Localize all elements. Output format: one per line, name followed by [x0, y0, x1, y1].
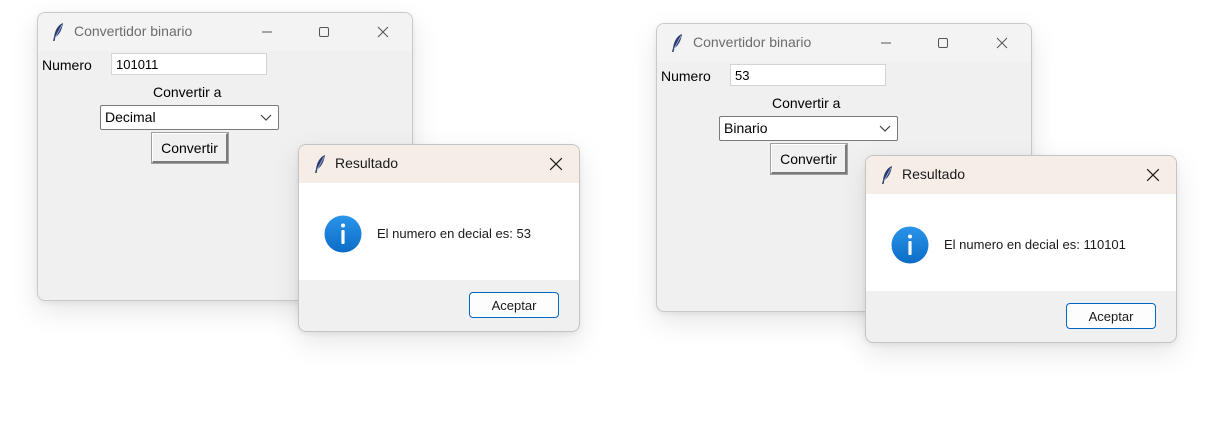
maximize-icon: [319, 27, 329, 37]
convertir-a-label: Convertir a: [772, 95, 841, 111]
close-button[interactable]: [979, 24, 1025, 62]
conversion-select[interactable]: Binario: [719, 116, 898, 141]
minimize-icon: [881, 42, 891, 44]
chevron-down-icon: [260, 114, 272, 121]
close-button[interactable]: [360, 13, 406, 51]
dialog-title: Resultado: [902, 166, 966, 182]
window-title: Convertidor binario: [74, 23, 193, 39]
feather-icon: [53, 23, 63, 41]
info-icon: [891, 226, 929, 264]
feather-icon: [672, 34, 682, 52]
minimize-button[interactable]: [244, 13, 290, 51]
conversion-select-value: Binario: [724, 120, 768, 136]
feather-icon: [882, 166, 892, 184]
maximize-icon: [938, 38, 948, 48]
conversion-select-value: Decimal: [105, 109, 156, 125]
title-bar[interactable]: Convertidor binario: [657, 24, 1031, 62]
minimize-icon: [262, 31, 272, 33]
close-icon: [549, 157, 563, 171]
numero-label: Numero: [42, 57, 92, 73]
result-message: El numero en decial es: 53: [377, 226, 531, 241]
close-icon: [377, 26, 389, 38]
close-icon: [996, 37, 1008, 49]
dialog-close-button[interactable]: [1130, 156, 1176, 194]
maximize-button[interactable]: [920, 24, 966, 62]
numero-label: Numero: [661, 68, 711, 84]
convertir-a-label: Convertir a: [153, 84, 222, 100]
chevron-down-icon: [879, 125, 891, 132]
result-message: El numero en decial es: 110101: [944, 237, 1126, 252]
convertir-button[interactable]: Convertir: [770, 143, 848, 175]
result-dialog-right: Resultado El numero en decial es: 110101…: [865, 155, 1177, 343]
feather-icon: [315, 155, 325, 173]
dialog-close-button[interactable]: [533, 145, 579, 183]
dialog-body: El numero en decial es: 110101: [866, 194, 1176, 291]
maximize-button[interactable]: [301, 13, 347, 51]
numero-input[interactable]: [111, 53, 267, 75]
numero-input[interactable]: [730, 64, 886, 86]
dialog-title-bar[interactable]: Resultado: [866, 156, 1176, 194]
minimize-button[interactable]: [863, 24, 909, 62]
conversion-select[interactable]: Decimal: [100, 105, 279, 130]
close-icon: [1146, 168, 1160, 182]
dialog-title: Resultado: [335, 155, 399, 171]
convertir-button[interactable]: Convertir: [151, 132, 229, 164]
title-bar[interactable]: Convertidor binario: [38, 13, 412, 51]
result-dialog-left: Resultado El numero en decial es: 53 Ace…: [298, 144, 580, 332]
aceptar-button[interactable]: Aceptar: [1066, 303, 1156, 329]
info-icon: [324, 215, 362, 253]
dialog-title-bar[interactable]: Resultado: [299, 145, 579, 183]
dialog-body: El numero en decial es: 53: [299, 183, 579, 280]
aceptar-button[interactable]: Aceptar: [469, 292, 559, 318]
window-title: Convertidor binario: [693, 34, 812, 50]
